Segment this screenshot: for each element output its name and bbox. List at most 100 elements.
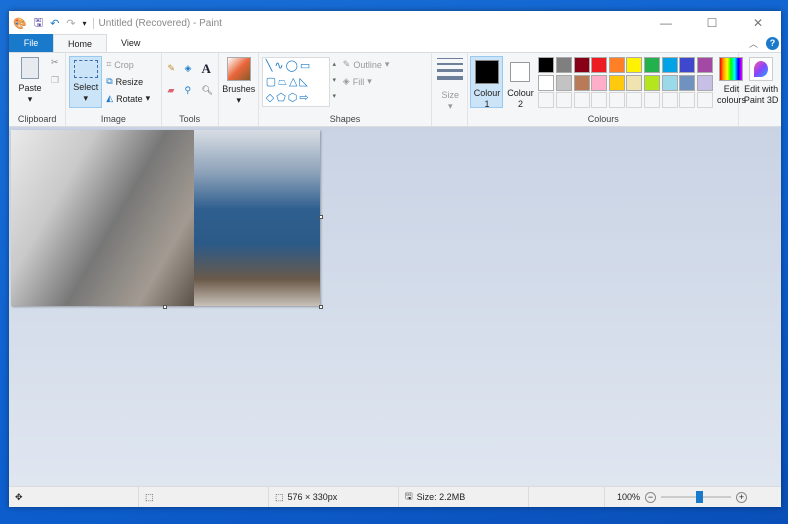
shape-fill-icon: ◈	[342, 76, 350, 86]
clipboard-group: Paste ▾ ✂ ❐ Clipboard	[9, 53, 67, 126]
colour-swatch[interactable]	[696, 57, 713, 73]
zoom-in-button[interactable]: +	[736, 491, 748, 503]
zoom-slider-thumb[interactable]	[695, 491, 703, 503]
colour-swatch[interactable]	[696, 74, 713, 91]
colour-swatch[interactable]	[644, 57, 661, 73]
shapes-gallery[interactable]: ╲∿◯▭ ▢⏢△◺ ◇⬠⬡⇨	[261, 57, 330, 107]
save-icon[interactable]: 🖫	[34, 14, 43, 33]
resize-handle-bottom[interactable]	[163, 305, 167, 309]
customize-dropdown-icon[interactable]: ▾	[83, 19, 87, 28]
image-dimensions: 576 × 330px	[287, 492, 338, 502]
custom-colour-slot[interactable]	[644, 92, 661, 109]
color-picker-icon[interactable]: ⚲	[185, 85, 192, 96]
colour-swatch[interactable]	[679, 74, 696, 91]
zoom-slider[interactable]	[661, 491, 732, 503]
ribbon: Paste ▾ ✂ ❐ Clipboard Select ▾ ⌗ Crop ⧉ Resi…	[9, 53, 781, 127]
edit-with-paint3d-button[interactable]: Edit with Paint 3D	[741, 57, 781, 106]
colour-swatch[interactable]	[591, 74, 608, 91]
colour-swatch[interactable]	[538, 57, 555, 73]
select-button[interactable]: Select ▾	[69, 56, 103, 108]
colour-swatch[interactable]	[608, 57, 625, 73]
file-size-icon: 🖫	[405, 491, 413, 501]
copy-icon[interactable]: ❐	[51, 75, 59, 86]
text-icon[interactable]: A	[202, 61, 211, 77]
custom-colour-slot[interactable]	[661, 92, 678, 109]
resize-icon: ⧉	[106, 76, 113, 86]
colour-swatch[interactable]	[556, 57, 573, 73]
paint3d-icon	[749, 57, 774, 81]
undo-icon[interactable]: ↶	[50, 17, 59, 30]
image-group: Select ▾ ⌗ Crop ⧉ Resize ◭ Rotate ▾ Image	[66, 53, 162, 126]
paint-app-icon[interactable]: 🎨	[13, 17, 27, 30]
tab-home[interactable]: Home	[53, 34, 108, 52]
zoom-level: 100%	[617, 492, 641, 502]
tools-group: ✎ ◈ A ▰ ⚲ 🔍︎ Tools	[162, 53, 219, 126]
magnifier-icon[interactable]: 🔍︎	[202, 85, 213, 96]
rotate-button[interactable]: ◭ Rotate ▾	[106, 93, 150, 104]
custom-colour-slot[interactable]	[696, 92, 713, 109]
colour-swatch[interactable]	[608, 74, 625, 91]
colour-swatch[interactable]	[591, 57, 608, 73]
colour-swatch[interactable]	[556, 74, 573, 91]
ribbon-tabs: File Home View ︿ ?	[9, 34, 781, 53]
eraser-icon[interactable]: ▰	[168, 85, 175, 96]
rotate-icon: ◭	[106, 93, 114, 103]
colour-swatch[interactable]	[626, 57, 643, 73]
brushes-group: Brushes ▾	[219, 53, 259, 126]
maximize-button[interactable]: ☐	[689, 11, 735, 35]
custom-colour-slot[interactable]	[573, 92, 590, 109]
selection-size-icon: ⬚	[145, 491, 154, 502]
colour-swatch[interactable]	[538, 74, 555, 91]
redo-icon[interactable]: ↷	[66, 17, 75, 30]
custom-colour-slot[interactable]	[626, 92, 643, 109]
zoom-out-button[interactable]: −	[645, 491, 657, 503]
colour-swatch[interactable]	[644, 74, 661, 91]
colour1-button[interactable]: Colour 1	[470, 56, 504, 109]
colour-swatch[interactable]	[573, 74, 590, 91]
cut-icon[interactable]: ✂	[51, 57, 59, 68]
minimize-button[interactable]: —	[643, 11, 689, 35]
photo-woman-laptop	[11, 130, 194, 306]
resize-handle-corner[interactable]	[319, 305, 323, 309]
cursor-position-icon: ✥	[15, 491, 23, 502]
colour2-button[interactable]: Colour 2	[505, 56, 535, 110]
colour-swatch[interactable]	[661, 74, 678, 91]
image-canvas[interactable]	[11, 130, 320, 306]
pencil-icon[interactable]: ✎	[168, 63, 176, 74]
tab-file[interactable]: File	[9, 34, 53, 52]
file-size: Size: 2.2MB	[416, 492, 466, 502]
custom-colour-slot[interactable]	[538, 92, 555, 109]
size-button[interactable]: Size ▾	[436, 58, 464, 112]
colour-swatch[interactable]	[626, 74, 643, 91]
shapes-scroll[interactable]: ▴ ▾ ▾	[330, 57, 339, 107]
outline-icon: ✎	[342, 59, 351, 69]
tab-view[interactable]: View	[107, 34, 154, 52]
colour-swatch[interactable]	[573, 57, 590, 73]
help-icon[interactable]: ?	[766, 37, 779, 50]
canvas-area[interactable]	[9, 127, 781, 486]
status-bar: ✥ ⬚ ⬚ 576 × 330px 🖫 Size: 2.2MB 100% − +	[9, 486, 781, 507]
custom-colour-slot[interactable]	[679, 92, 696, 109]
brush-icon	[226, 57, 251, 81]
resize-handle-right[interactable]	[319, 215, 323, 219]
colour-swatch[interactable]	[661, 57, 678, 73]
image-dimensions-icon: ⬚	[275, 491, 284, 502]
fill-button[interactable]: ◈ Fill ▾	[343, 76, 372, 87]
crop-icon: ⌗	[106, 59, 112, 69]
custom-colour-slot[interactable]	[556, 92, 573, 109]
collapse-ribbon-icon[interactable]: ︿	[749, 37, 758, 50]
photo-man-laptop	[194, 130, 320, 306]
size-group: Size ▾	[432, 53, 469, 126]
outline-button[interactable]: ✎ Outline ▾	[343, 59, 390, 70]
fill-bucket-icon[interactable]: ◈	[185, 63, 192, 74]
paste-button[interactable]: Paste ▾	[15, 57, 45, 105]
colour2-swatch	[510, 62, 531, 82]
colour-swatch[interactable]	[679, 57, 696, 73]
select-icon	[73, 60, 98, 78]
resize-button[interactable]: ⧉ Resize	[106, 76, 143, 87]
crop-button[interactable]: ⌗ Crop	[106, 59, 134, 70]
custom-colour-slot[interactable]	[591, 92, 608, 109]
brushes-button[interactable]: Brushes ▾	[222, 57, 256, 106]
custom-colour-slot[interactable]	[608, 92, 625, 109]
close-button[interactable]: ✕	[735, 11, 781, 35]
